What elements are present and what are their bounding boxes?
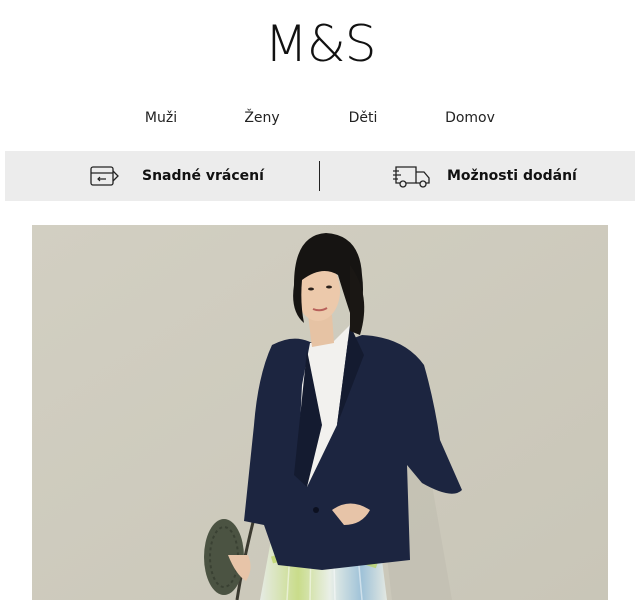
easy-returns-link[interactable]: Snadné vrácení (88, 151, 264, 201)
delivery-truck-icon (393, 161, 433, 191)
woman-in-navy-blazer-photo (32, 225, 608, 600)
service-divider (319, 161, 320, 191)
nav-item-home[interactable]: Domov (445, 107, 495, 129)
nav-item-men[interactable]: Muži (145, 107, 177, 129)
nav-item-women[interactable]: Ženy (244, 107, 279, 129)
brand-logo[interactable]: M&S (0, 14, 640, 74)
delivery-options-label: Možnosti dodání (447, 168, 577, 184)
delivery-options-link[interactable]: Možnosti dodání (393, 151, 577, 201)
hero-banner-image[interactable] (32, 225, 608, 600)
service-bar: Snadné vrácení Možnosti dodání (5, 151, 635, 201)
nav-item-kids[interactable]: Děti (349, 107, 378, 129)
return-tag-icon (88, 161, 128, 191)
easy-returns-label: Snadné vrácení (142, 168, 264, 184)
main-nav: Muži Ženy Děti Domov (0, 107, 640, 129)
email-page: M&S Muži Ženy Děti Domov Snadné vrácení (0, 0, 640, 600)
